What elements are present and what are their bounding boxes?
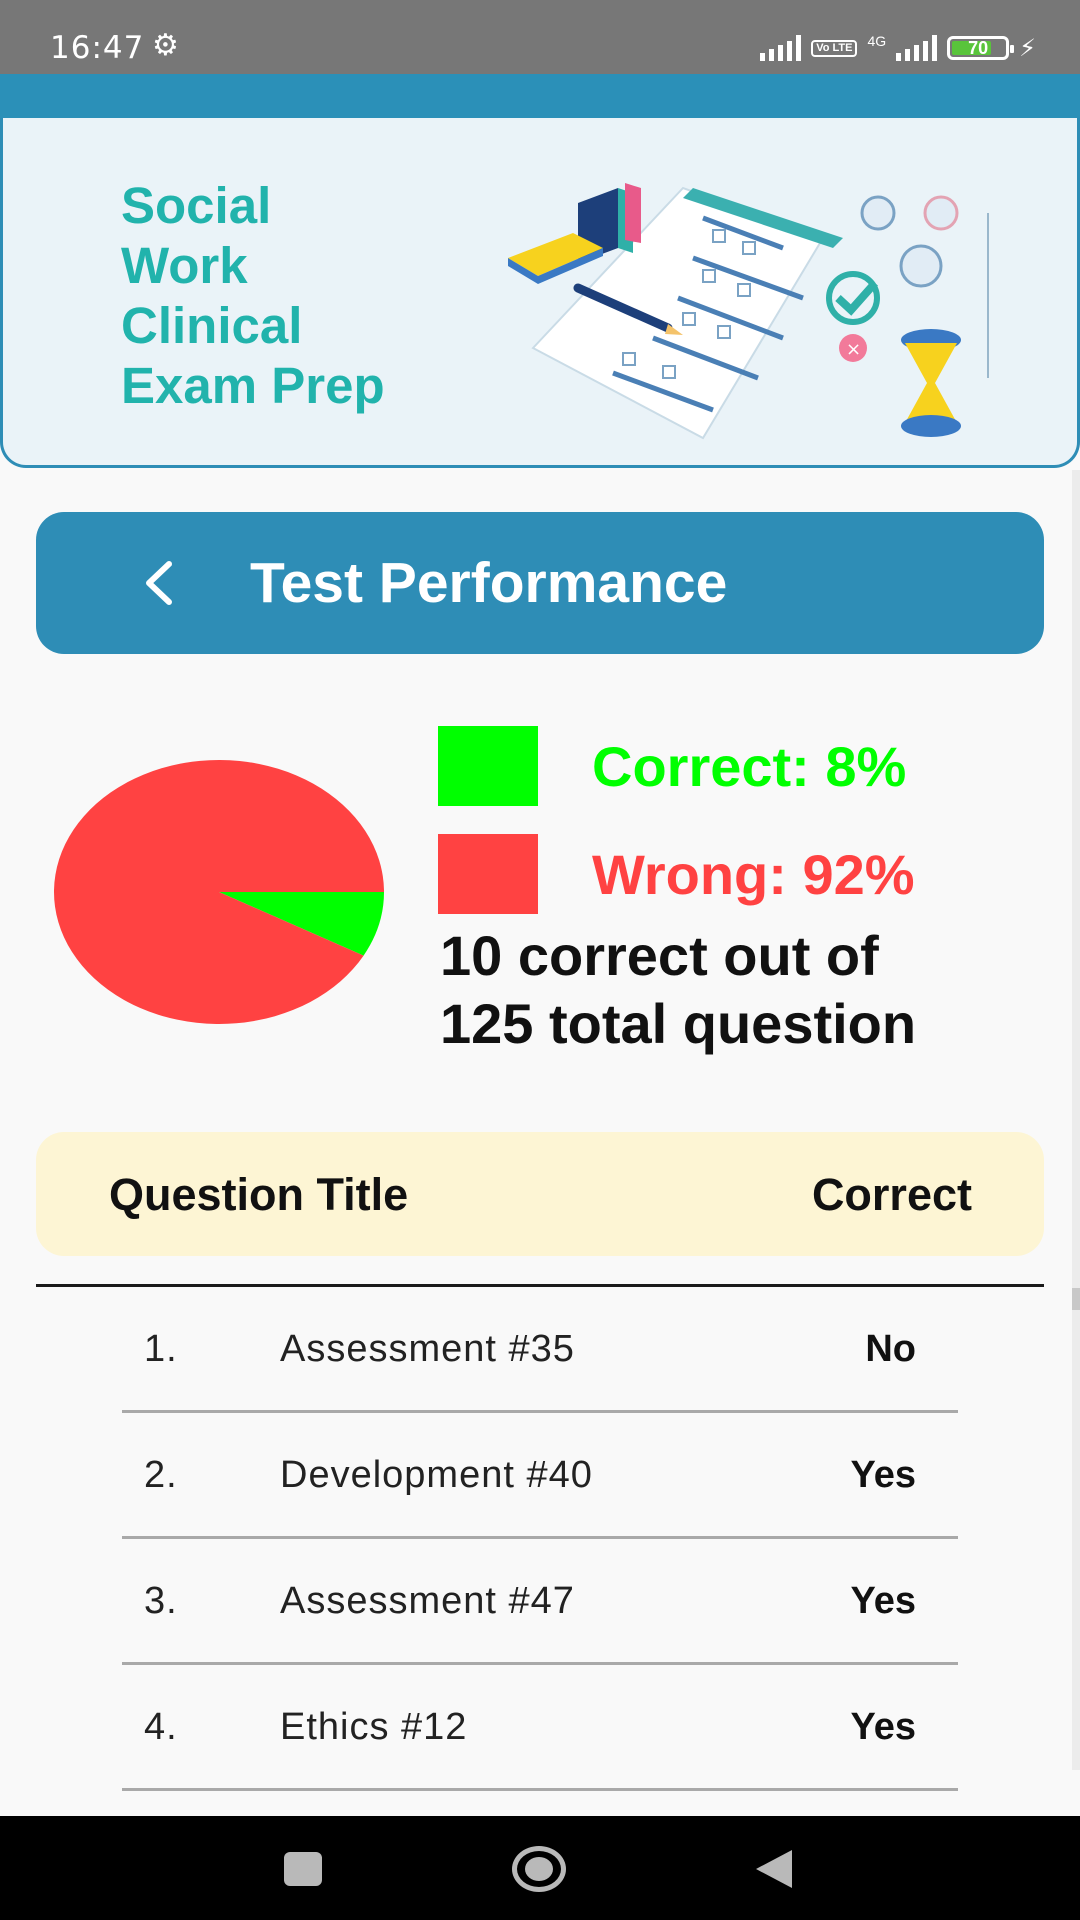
legend-swatch-wrong bbox=[438, 834, 538, 914]
scrollbar-thumb[interactable] bbox=[1072, 1288, 1080, 1310]
table-row[interactable]: 2. Development #40 Yes bbox=[122, 1413, 958, 1539]
row-question-title: Assessment #35 bbox=[280, 1328, 575, 1370]
summary-line-2: 125 total question bbox=[440, 992, 917, 1055]
status-bar: 16:47 ⚙ Vo LTE 4G 70 ⚡ bbox=[0, 0, 1080, 74]
column-header-title: Question Title bbox=[109, 1169, 409, 1220]
row-correct-value: No bbox=[865, 1328, 916, 1370]
home-circle-icon[interactable] bbox=[512, 1846, 566, 1892]
chevron-left-icon bbox=[146, 561, 172, 605]
system-nav-bar bbox=[0, 1816, 1080, 1920]
row-number: 2. bbox=[144, 1454, 178, 1496]
row-number: 4. bbox=[144, 1706, 178, 1748]
back-button[interactable] bbox=[124, 546, 194, 620]
table-row[interactable]: 4. Ethics #12 Yes bbox=[122, 1665, 958, 1791]
legend-label-correct: Correct: 8% bbox=[592, 735, 907, 798]
network-type: 4G bbox=[867, 33, 887, 49]
table-header: Question Title Correct bbox=[36, 1132, 1044, 1256]
app-bar bbox=[0, 74, 1080, 118]
column-header-correct: Correct bbox=[811, 1169, 972, 1220]
back-triangle-icon[interactable] bbox=[756, 1850, 792, 1888]
performance-pie-chart bbox=[54, 760, 384, 1024]
header-bar: Test Performance bbox=[36, 512, 1044, 654]
battery-level: 70 bbox=[968, 37, 989, 58]
row-correct-value: Yes bbox=[850, 1706, 916, 1748]
signal-icon-2 bbox=[896, 35, 938, 61]
svg-text:×: × bbox=[846, 339, 861, 360]
exam-illustration-icon: × bbox=[508, 183, 989, 440]
app-banner: Social Work Clinical Exam Prep × bbox=[0, 118, 1080, 468]
signal-icon bbox=[760, 35, 802, 61]
table-row[interactable]: 3. Assessment #47 Yes bbox=[122, 1539, 958, 1665]
settings-gear-icon: ⚙ bbox=[152, 29, 179, 62]
row-correct-value: Yes bbox=[850, 1454, 916, 1496]
score-summary: 10 correct out of 125 total question bbox=[440, 922, 1060, 1058]
status-indicators: Vo LTE 4G 70 ⚡ bbox=[760, 30, 1036, 66]
scrollbar-track[interactable] bbox=[1072, 470, 1080, 1770]
row-correct-value: Yes bbox=[850, 1580, 916, 1622]
charging-bolt-icon: ⚡ bbox=[1019, 34, 1036, 62]
pie-slice-wrong bbox=[54, 760, 384, 1024]
banner-title: Social Work Clinical Exam Prep bbox=[121, 177, 385, 414]
row-number: 3. bbox=[144, 1580, 178, 1622]
legend-wrong: Wrong: 92% bbox=[438, 834, 915, 914]
row-number: 1. bbox=[144, 1328, 178, 1370]
legend-label-wrong: Wrong: 92% bbox=[592, 843, 915, 906]
row-question-title: Ethics #12 bbox=[280, 1706, 468, 1748]
status-time: 16:47 bbox=[50, 30, 145, 66]
legend-swatch-correct bbox=[438, 726, 538, 806]
summary-line-1: 10 correct out of bbox=[440, 924, 879, 987]
recents-square-icon[interactable] bbox=[284, 1852, 322, 1886]
battery-icon: 70 bbox=[947, 36, 1015, 60]
table-row[interactable]: 1. Assessment #35 No bbox=[122, 1287, 958, 1413]
row-question-title: Assessment #47 bbox=[280, 1580, 575, 1622]
row-question-title: Development #40 bbox=[280, 1454, 593, 1496]
legend-correct: Correct: 8% bbox=[438, 726, 906, 806]
page-title: Test Performance bbox=[250, 551, 728, 615]
volte-badge: Vo LTE bbox=[811, 39, 858, 57]
